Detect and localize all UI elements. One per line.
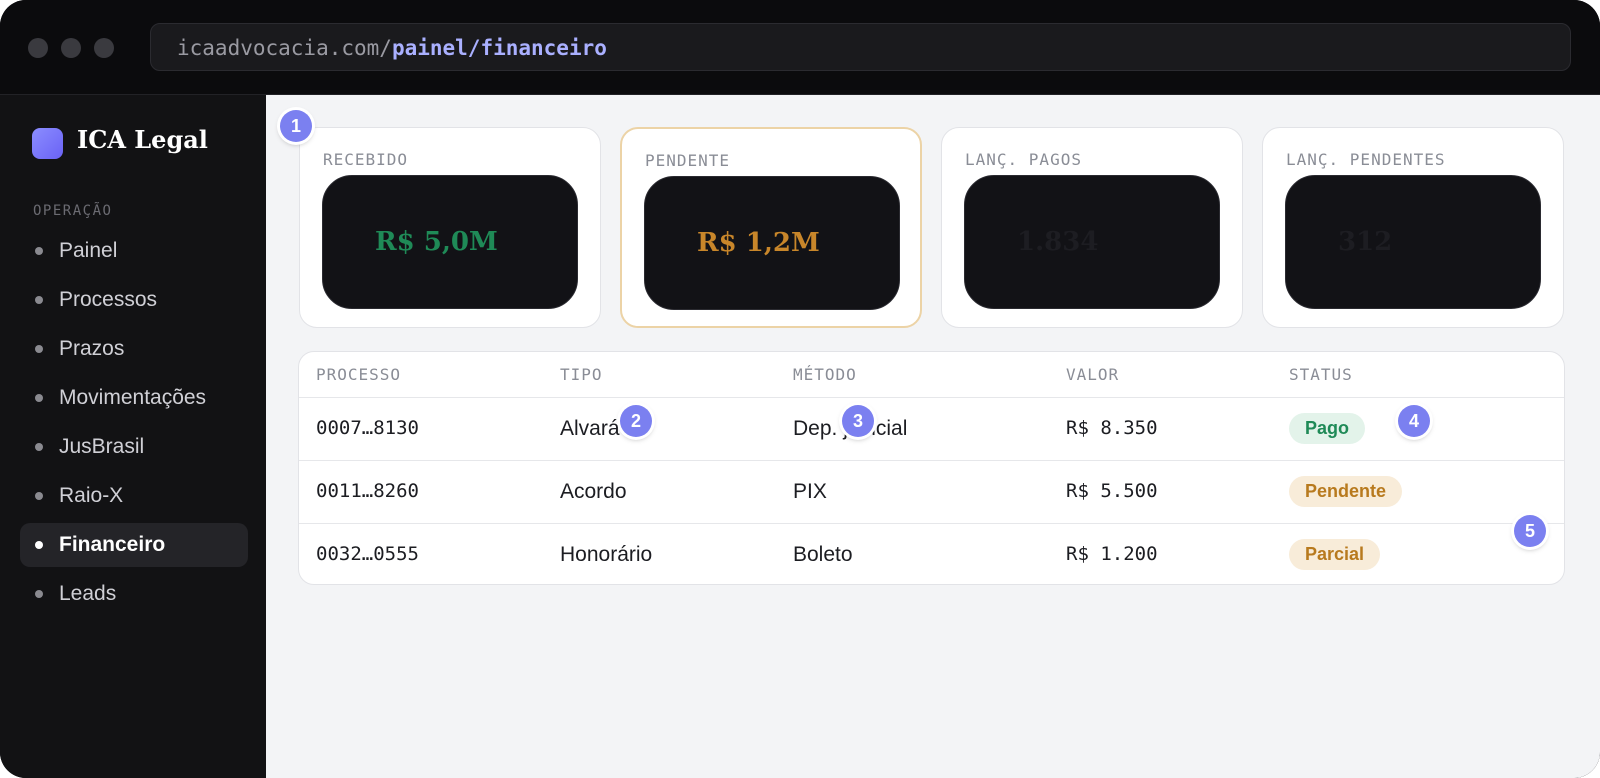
sidebar-item-raio-x[interactable]: Raio-X — [20, 474, 248, 518]
column-header-status[interactable]: STATUS — [1289, 352, 1353, 397]
stat-value: R$ 5,0M — [375, 227, 498, 257]
column-header-valor[interactable]: VALOR — [1066, 352, 1119, 397]
cell-valor: R$ 5.500 — [1066, 480, 1158, 502]
cell-tipo: Honorário — [560, 543, 653, 566]
table-row[interactable]: 0011…8260 Acordo PIX R$ 5.500 Pendente — [299, 460, 1564, 524]
status-badge: Pendente — [1289, 476, 1403, 507]
annotation-marker-2: 2 — [620, 405, 652, 437]
window-minimize-dot[interactable] — [61, 38, 81, 58]
sidebar-item-label: Leads — [59, 582, 117, 605]
brand-logo-icon — [32, 128, 63, 159]
annotation-marker-5: 5 — [1514, 515, 1546, 547]
bullet-icon — [35, 247, 43, 255]
app-window: icaadvocacia.com/painel/financeiro ICA L… — [0, 0, 1600, 778]
sidebar-item-financeiro[interactable]: Financeiro — [20, 523, 248, 567]
sidebar-item-movimentacoes[interactable]: Movimentações — [20, 376, 248, 420]
sidebar-item-prazos[interactable]: Prazos — [20, 327, 248, 371]
cell-valor: R$ 1.200 — [1066, 543, 1158, 565]
main-content: RECEBIDO R$ 5,0M PENDENTE R$ 1,2M LANÇ. … — [266, 95, 1600, 778]
stat-value: 312 — [1338, 227, 1393, 257]
stat-card-lanc-pagos: LANÇ. PAGOS 1.834 — [941, 127, 1243, 328]
sidebar-section-label: OPERAÇÃO — [33, 203, 113, 219]
stat-value-box: 1.834 — [964, 175, 1220, 309]
sidebar-item-label: Prazos — [59, 337, 125, 360]
stat-value-box: R$ 5,0M — [322, 175, 578, 309]
cell-valor: R$ 8.350 — [1066, 417, 1158, 439]
address-bar[interactable]: icaadvocacia.com/painel/financeiro — [150, 23, 1571, 71]
bullet-icon — [35, 541, 43, 549]
column-header-tipo[interactable]: TIPO — [560, 352, 603, 397]
sidebar: ICA Legal OPERAÇÃO Painel Processos Praz… — [0, 95, 266, 778]
table-header: PROCESSO TIPO MÉTODO VALOR STATUS — [299, 352, 1564, 398]
table-row[interactable]: 0007…8130 Alvará Dep. judicial R$ 8.350 … — [299, 397, 1564, 461]
bullet-icon — [35, 492, 43, 500]
sidebar-item-painel[interactable]: Painel — [20, 229, 248, 273]
cell-tipo: Acordo — [560, 480, 627, 503]
stat-value-box: 312 — [1285, 175, 1541, 309]
bullet-icon — [35, 345, 43, 353]
column-header-processo[interactable]: PROCESSO — [316, 352, 401, 397]
sidebar-item-label: Processos — [59, 288, 158, 311]
stat-label: LANÇ. PAGOS — [965, 150, 1082, 169]
brand-name: ICA Legal — [77, 125, 208, 154]
cell-processo: 0007…8130 — [316, 417, 419, 439]
sidebar-item-jusbrasil[interactable]: JusBrasil — [20, 425, 248, 469]
window-maximize-dot[interactable] — [94, 38, 114, 58]
stat-card-lanc-pendentes: LANÇ. PENDENTES 312 — [1262, 127, 1564, 328]
stat-label: PENDENTE — [645, 151, 731, 170]
sidebar-item-label: Painel — [59, 239, 118, 262]
annotation-marker-4: 4 — [1398, 405, 1430, 437]
cell-processo: 0011…8260 — [316, 480, 419, 502]
sidebar-item-leads[interactable]: Leads — [20, 572, 248, 616]
stat-value: R$ 1,2M — [697, 228, 820, 258]
sidebar-item-label: JusBrasil — [59, 435, 145, 458]
status-badge: Pago — [1289, 413, 1366, 444]
cell-processo: 0032…0555 — [316, 543, 419, 565]
sidebar-item-processos[interactable]: Processos — [20, 278, 248, 322]
stat-value: 1.834 — [1017, 227, 1099, 257]
url-host: icaadvocacia.com/ — [177, 36, 392, 60]
financial-table: PROCESSO TIPO MÉTODO VALOR STATUS 0007…8… — [298, 351, 1565, 585]
table-row[interactable]: 0032…0555 Honorário Boleto R$ 1.200 Parc… — [299, 523, 1564, 584]
bullet-icon — [35, 590, 43, 598]
stat-card-pendente: PENDENTE R$ 1,2M — [620, 127, 922, 328]
sidebar-item-label: Raio-X — [59, 484, 124, 507]
stat-card-recebido: RECEBIDO R$ 5,0M — [299, 127, 601, 328]
cell-tipo: Alvará — [560, 417, 620, 440]
annotation-marker-3: 3 — [842, 405, 874, 437]
url-path: painel/financeiro — [391, 36, 607, 60]
bullet-icon — [35, 296, 43, 304]
stat-label: LANÇ. PENDENTES — [1286, 150, 1446, 169]
status-badge: Parcial — [1289, 539, 1381, 570]
bullet-icon — [35, 394, 43, 402]
cell-metodo: PIX — [793, 480, 827, 503]
cell-metodo: Boleto — [793, 543, 853, 566]
stat-value-box: R$ 1,2M — [644, 176, 900, 310]
bullet-icon — [35, 443, 43, 451]
window-close-dot[interactable] — [28, 38, 48, 58]
column-header-metodo[interactable]: MÉTODO — [793, 352, 857, 397]
stat-label: RECEBIDO — [323, 150, 409, 169]
sidebar-item-label: Movimentações — [59, 386, 207, 409]
annotation-marker-1: 1 — [280, 110, 312, 142]
sidebar-item-label: Financeiro — [59, 533, 166, 556]
browser-titlebar: icaadvocacia.com/painel/financeiro — [0, 0, 1600, 95]
